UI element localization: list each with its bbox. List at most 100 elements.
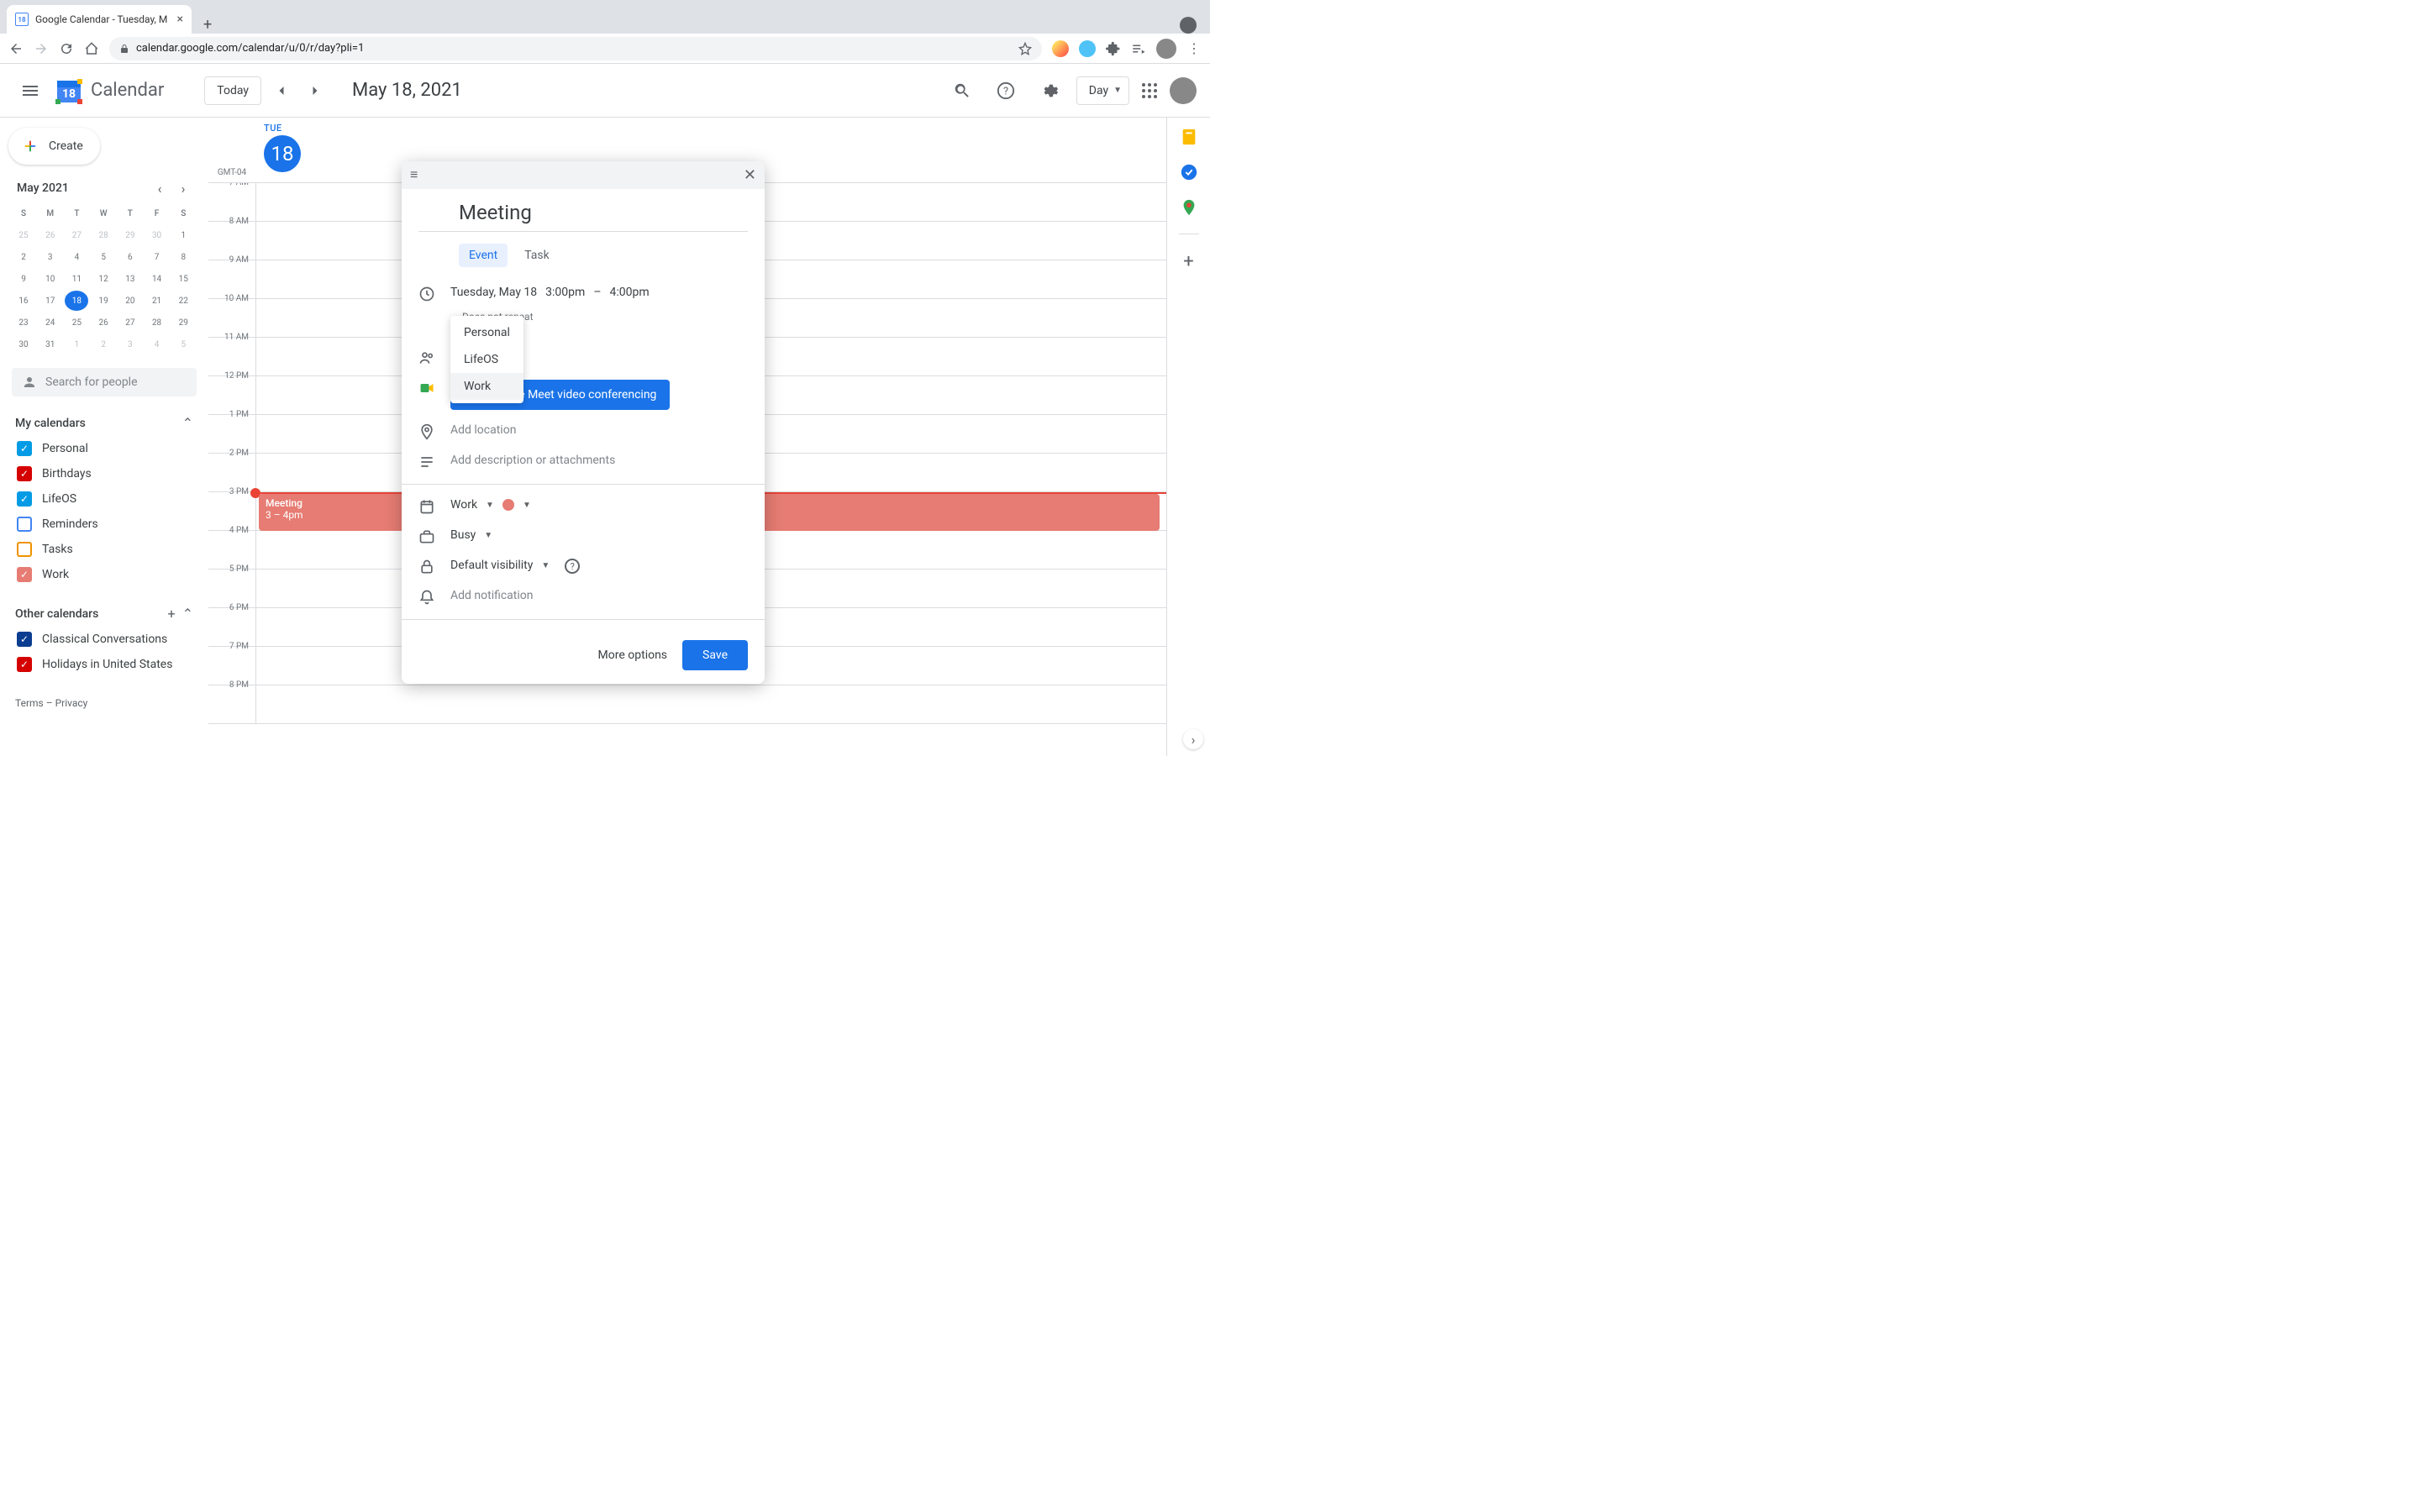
calendar-checkbox[interactable]: ✓ [17,441,32,456]
mini-cal-day[interactable]: 1 [171,225,195,245]
mini-cal-day[interactable]: 28 [145,312,169,333]
media-control-icon[interactable] [1131,41,1146,56]
location-input[interactable]: Add location [450,423,516,437]
mini-cal-day[interactable]: 25 [65,312,88,333]
address-bar[interactable]: calendar.google.com/calendar/u/0/r/day?p… [109,37,1042,60]
mini-cal-day[interactable]: 24 [39,312,62,333]
mini-cal-day[interactable]: 19 [92,291,115,311]
mini-cal-day[interactable]: 9 [12,269,35,289]
keep-icon[interactable] [1180,128,1198,146]
hour-row[interactable]: 8 PM [208,685,1166,724]
event-end-time[interactable]: 4:00pm [610,286,650,299]
mini-cal-day[interactable]: 4 [65,247,88,267]
hour-cell[interactable] [255,685,1166,723]
close-modal-icon[interactable]: ✕ [744,166,756,184]
mini-cal-day[interactable]: 12 [92,269,115,289]
back-button[interactable] [8,41,24,56]
add-side-panel-icon[interactable]: + [1180,251,1198,270]
prev-day-button[interactable] [271,81,292,101]
profile-indicator-icon[interactable] [1180,17,1197,34]
calendar-item[interactable]: ✓Birthdays [8,461,200,486]
today-button[interactable]: Today [204,76,261,105]
mini-cal-day[interactable]: 15 [171,269,195,289]
color-dot[interactable] [502,499,514,511]
event-date[interactable]: Tuesday, May 18 [450,286,537,299]
mini-cal-day[interactable]: 6 [118,247,142,267]
add-calendar-icon[interactable]: + [168,606,176,622]
calendar-item[interactable]: ✓Classical Conversations [8,627,200,652]
mini-cal-day[interactable]: 31 [39,334,62,354]
calendar-item[interactable]: ✓Personal [8,436,200,461]
event-tab[interactable]: Event [459,244,508,267]
mini-cal-day[interactable]: 5 [92,247,115,267]
mini-cal-day[interactable]: 27 [118,312,142,333]
mini-cal-day[interactable]: 29 [118,225,142,245]
calendar-checkbox[interactable]: ✓ [17,567,32,582]
terms-link[interactable]: Terms [15,697,44,709]
calendar-checkbox[interactable] [17,542,32,557]
extensions-button[interactable] [1106,41,1121,56]
mini-cal-day[interactable]: 18 [65,291,88,311]
dropdown-item-work[interactable]: Work [450,373,523,400]
dropdown-item-personal[interactable]: Personal [450,319,523,346]
mini-cal-day[interactable]: 21 [145,291,169,311]
tasks-icon[interactable] [1180,163,1198,181]
privacy-link[interactable]: Privacy [55,697,88,709]
calendar-item[interactable]: Tasks [8,537,200,562]
day-number[interactable]: 18 [264,135,301,172]
mini-cal-day[interactable]: 2 [12,247,35,267]
new-tab-button[interactable]: + [192,16,224,34]
mini-cal-day[interactable]: 30 [12,334,35,354]
mini-cal-day[interactable]: 1 [65,334,88,354]
event-title-input[interactable] [418,196,748,232]
account-avatar[interactable] [1170,77,1197,104]
extension-icon-1[interactable] [1052,40,1069,57]
search-icon[interactable] [945,74,979,108]
reload-button[interactable] [59,41,74,56]
maps-icon[interactable] [1180,198,1198,217]
mini-cal-day[interactable]: 4 [145,334,169,354]
mini-cal-day[interactable]: 25 [12,225,35,245]
apps-grid-icon[interactable] [1139,81,1160,101]
mini-cal-day[interactable]: 10 [39,269,62,289]
task-tab[interactable]: Task [514,244,560,267]
visibility-help-icon[interactable]: ? [565,559,580,574]
close-tab-icon[interactable]: × [177,13,183,26]
calendar-item[interactable]: ✓Holidays in United States [8,652,200,677]
mini-cal-day[interactable]: 27 [65,225,88,245]
hamburger-menu-icon[interactable] [13,74,47,108]
help-icon[interactable]: ? [989,74,1023,108]
mini-cal-day[interactable]: 22 [171,291,195,311]
mini-cal-day[interactable]: 26 [92,312,115,333]
add-notification[interactable]: Add notification [450,589,534,602]
more-options-button[interactable]: More options [598,648,668,662]
description-input[interactable]: Add description or attachments [450,454,615,467]
calendar-checkbox[interactable] [17,517,32,532]
browser-tab[interactable]: 18 Google Calendar - Tuesday, M × [7,5,192,34]
collapse-side-panel-button[interactable]: › [1183,729,1203,749]
save-button[interactable]: Save [682,640,748,670]
calendar-selector[interactable]: Work ▼ ▼ [450,498,531,512]
mini-cal-day[interactable]: 28 [92,225,115,245]
create-button[interactable]: Create [8,128,100,165]
calendar-checkbox[interactable]: ✓ [17,632,32,647]
mini-cal-next[interactable]: › [175,180,192,197]
browser-avatar[interactable] [1156,39,1176,59]
calendar-item[interactable]: Reminders [8,512,200,537]
mini-cal-prev[interactable]: ‹ [151,180,168,197]
mini-cal-day[interactable]: 17 [39,291,62,311]
extension-icon-2[interactable] [1079,40,1096,57]
mini-cal-day[interactable]: 20 [118,291,142,311]
calendar-checkbox[interactable]: ✓ [17,657,32,672]
visibility-selector[interactable]: Default visibility▼ [450,559,550,572]
mini-cal-day[interactable]: 3 [118,334,142,354]
availability-selector[interactable]: Busy▼ [450,528,492,542]
mini-cal-day[interactable]: 11 [65,269,88,289]
mini-cal-day[interactable]: 14 [145,269,169,289]
drag-handle-icon[interactable]: ≡ [410,166,418,184]
mini-cal-day[interactable]: 30 [145,225,169,245]
my-calendars-toggle[interactable]: My calendars ⌃ [8,410,200,436]
mini-cal-day[interactable]: 23 [12,312,35,333]
mini-cal-day[interactable]: 2 [92,334,115,354]
mini-cal-day[interactable]: 16 [12,291,35,311]
